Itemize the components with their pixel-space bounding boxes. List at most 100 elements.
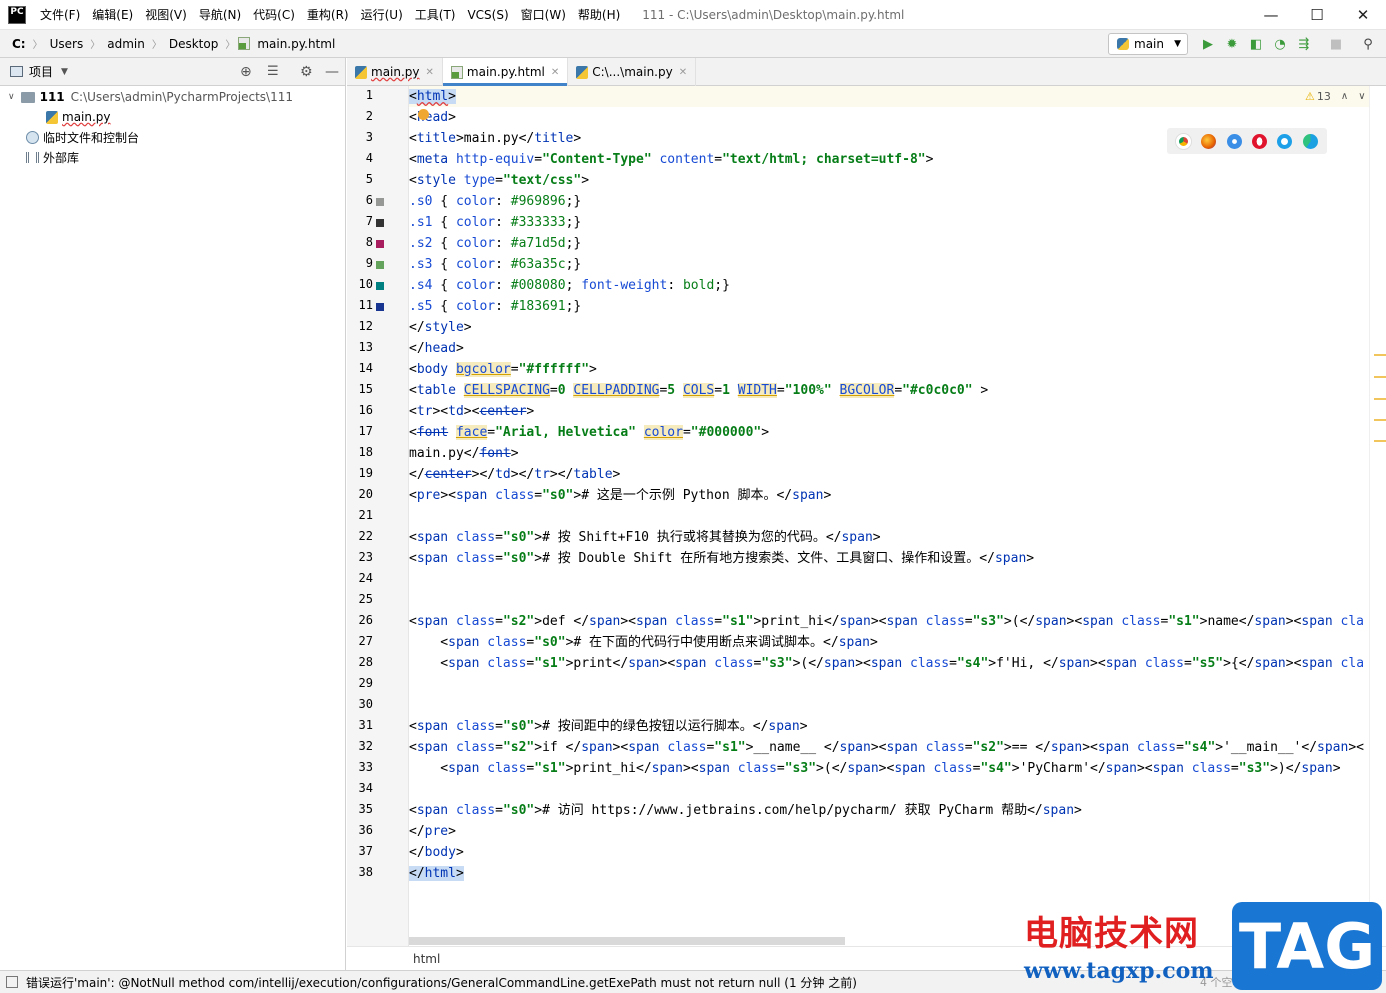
project-tree: ∨ 111 C:\Users\admin\PycharmProjects\111…: [0, 86, 346, 970]
warning-stripe-mark[interactable]: [1374, 398, 1386, 400]
menu-navigate[interactable]: 导航(N): [193, 6, 247, 23]
menu-edit[interactable]: 编辑(E): [86, 6, 139, 23]
html-file-icon: [450, 65, 463, 79]
tree-item-scratches[interactable]: 临时文件和控制台: [26, 127, 139, 147]
status-message[interactable]: 错误运行'main': @NotNull method com/intellij…: [26, 974, 857, 991]
line-number: 8: [365, 235, 373, 249]
gear-icon[interactable]: ⚙: [300, 64, 313, 80]
horizontal-scrollbar[interactable]: [409, 937, 845, 945]
line-number: 34: [358, 781, 373, 795]
project-icon: [10, 66, 23, 77]
line-number: 27: [358, 634, 373, 648]
hide-icon[interactable]: —: [325, 64, 339, 80]
close-button[interactable]: ✕: [1340, 0, 1386, 30]
close-icon[interactable]: ✕: [551, 67, 559, 78]
line-number: 16: [358, 403, 373, 417]
breadcrumb-users[interactable]: Users: [46, 37, 88, 51]
menu-tools[interactable]: 工具(T): [409, 6, 462, 23]
error-stripe[interactable]: [1369, 86, 1386, 946]
menu-refactor[interactable]: 重构(R): [301, 6, 355, 23]
line-number: 3: [365, 130, 373, 144]
coverage-icon[interactable]: ◧: [1246, 34, 1266, 54]
lightbulb-icon[interactable]: [418, 109, 429, 120]
tab-main-py[interactable]: main.py ✕: [347, 58, 443, 86]
chevron-down-icon[interactable]: ▼: [61, 67, 68, 77]
color-swatch[interactable]: [376, 303, 384, 311]
tree-item-label: 临时文件和控制台: [43, 130, 140, 145]
safari-icon[interactable]: [1226, 133, 1242, 149]
line-number: 7: [365, 214, 373, 228]
tree-item-main-py[interactable]: main.py: [46, 107, 111, 127]
tab-main-py-html[interactable]: main.py.html ✕: [442, 58, 569, 86]
menu-file[interactable]: 文件(F): [34, 6, 86, 23]
menu-view[interactable]: 视图(V): [139, 6, 193, 23]
maximize-button[interactable]: ☐: [1294, 0, 1340, 30]
locate-icon[interactable]: ⊕: [240, 64, 252, 80]
tree-item-external-libraries[interactable]: 外部库: [26, 147, 79, 167]
code-line: <font face="Arial, Helvetica" color="#00…: [409, 425, 770, 440]
firefox-icon[interactable]: [1201, 133, 1217, 149]
debug-icon[interactable]: ✹: [1222, 34, 1242, 54]
color-swatch[interactable]: [376, 261, 384, 269]
warning-stripe-mark[interactable]: [1374, 419, 1386, 421]
build-icon[interactable]: ⇶: [1294, 34, 1314, 54]
watermark-logo: TAG: [1232, 902, 1382, 990]
inspection-widget[interactable]: ⚠ 13 ∧ ∨: [1305, 90, 1366, 103]
menu-run[interactable]: 运行(U): [355, 6, 409, 23]
edge-icon[interactable]: [1302, 133, 1318, 149]
breadcrumb-file[interactable]: main.py.html: [253, 37, 339, 51]
code-line: <span class="s1">print</span><span class…: [409, 656, 1365, 671]
collapse-all-icon[interactable]: ☰: [267, 64, 279, 79]
run-icon[interactable]: ▶: [1198, 34, 1218, 54]
opera-icon[interactable]: [1252, 133, 1268, 149]
line-number: 5: [365, 172, 373, 186]
python-icon: [1117, 38, 1129, 50]
breadcrumb-admin[interactable]: admin: [103, 37, 149, 51]
warning-stripe-mark[interactable]: [1374, 376, 1386, 378]
menu-code[interactable]: 代码(C): [247, 6, 301, 23]
breadcrumb-html[interactable]: html: [413, 952, 440, 966]
breadcrumb-drive[interactable]: C:: [0, 37, 30, 51]
color-swatch[interactable]: [376, 198, 384, 206]
line-number: 25: [358, 592, 373, 606]
tab-external-main-py[interactable]: C:\...\main.py ✕: [568, 58, 697, 86]
tree-item-project-root[interactable]: ∨ 111 C:\Users\admin\PycharmProjects\111: [8, 87, 293, 107]
menu-help[interactable]: 帮助(H): [572, 6, 626, 23]
color-swatch[interactable]: [376, 282, 384, 290]
folder-icon: [20, 91, 35, 103]
line-number: 12: [358, 319, 373, 333]
menu-window[interactable]: 窗口(W): [515, 6, 572, 23]
color-swatch[interactable]: [376, 240, 384, 248]
status-toggle-icon[interactable]: [6, 976, 18, 988]
project-root-label: 111: [39, 90, 65, 104]
warning-stripe-mark[interactable]: [1374, 440, 1386, 442]
profile-icon[interactable]: ◔: [1270, 34, 1290, 54]
code-line: main.py</font>: [409, 446, 519, 461]
search-icon[interactable]: ⚲: [1358, 34, 1378, 54]
project-pane-header: 项目 ▼ ⊕ ☰ ⚙ —: [0, 58, 346, 86]
menu-vcs[interactable]: VCS(S): [461, 8, 514, 22]
minimize-button[interactable]: —: [1248, 0, 1294, 30]
line-number: 24: [358, 571, 373, 585]
ie-icon[interactable]: [1277, 133, 1293, 149]
line-number: 19: [358, 466, 373, 480]
code-editor[interactable]: <html> <head> <title>main.py</title> <me…: [409, 86, 1369, 946]
line-number: 36: [358, 823, 373, 837]
close-icon[interactable]: ✕: [679, 67, 687, 78]
project-view-label[interactable]: 项目: [29, 63, 53, 80]
line-number: 31: [358, 718, 373, 732]
chevron-down-icon[interactable]: ∨: [1358, 91, 1365, 102]
color-swatch[interactable]: [376, 219, 384, 227]
close-icon[interactable]: ✕: [426, 67, 434, 78]
stop-icon[interactable]: ■: [1326, 34, 1346, 54]
run-config-select[interactable]: main ▼: [1108, 33, 1188, 55]
code-line: </body>: [409, 845, 464, 860]
warning-stripe-mark[interactable]: [1374, 354, 1386, 356]
line-number: 35: [358, 802, 373, 816]
breadcrumb-desktop[interactable]: Desktop: [165, 37, 223, 51]
chevron-up-icon[interactable]: ∧: [1341, 91, 1348, 102]
code-line: </style>: [409, 320, 472, 335]
line-number: 6: [365, 193, 373, 207]
chrome-icon[interactable]: [1176, 133, 1192, 149]
navigation-bar: C: 〉 Users 〉 admin 〉 Desktop 〉 main.py.h…: [0, 30, 1386, 58]
